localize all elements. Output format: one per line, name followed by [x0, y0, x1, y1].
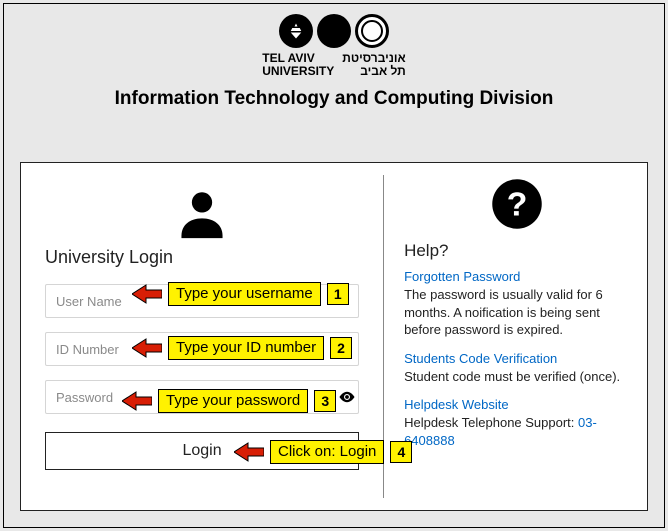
help-pane: ? Help? Forgotten Password The password …	[384, 163, 647, 510]
logo-emblem-icon	[279, 14, 313, 48]
annotation-2-text: Type your ID number	[168, 336, 324, 360]
arrow-icon	[132, 337, 162, 359]
logo-dot-icon	[317, 14, 351, 48]
university-name: TEL AVIV UNIVERSITY אוניברסיטת תל אביב	[4, 52, 664, 78]
annotation-4: Click on: Login 4	[234, 440, 412, 464]
annotation-3-text: Type your password	[158, 389, 308, 413]
help-title: Help?	[404, 241, 629, 261]
students-code-link[interactable]: Students Code Verification	[404, 351, 557, 366]
header: TEL AVIV UNIVERSITY אוניברסיטת תל אביב I…	[4, 4, 664, 118]
helpdesk-website-link[interactable]: Helpdesk Website	[404, 397, 509, 412]
uni-he-2: תל אביב	[360, 65, 406, 78]
annotation-4-num: 4	[390, 441, 412, 463]
annotation-3-num: 3	[314, 390, 336, 412]
show-password-icon[interactable]	[333, 380, 361, 414]
help-icon: ?	[490, 177, 544, 231]
annotation-2-num: 2	[330, 337, 352, 359]
arrow-icon	[234, 441, 264, 463]
annotation-1-num: 1	[327, 283, 349, 305]
annotation-1-text: Type your username	[168, 282, 321, 306]
login-title: University Login	[45, 247, 359, 268]
annotation-2: Type your ID number 2	[132, 336, 352, 360]
window-frame: TEL AVIV UNIVERSITY אוניברסיטת תל אביב I…	[3, 3, 665, 528]
uni-en-2: UNIVERSITY	[262, 65, 334, 78]
annotation-4-text: Click on: Login	[270, 440, 384, 464]
helpdesk-phone-label: Helpdesk Telephone Support:	[404, 415, 578, 430]
arrow-icon	[122, 390, 152, 412]
user-icon	[173, 185, 231, 243]
helpdesk-phone-line: Helpdesk Telephone Support: 03-6408888	[404, 414, 629, 449]
logo-ring-icon	[355, 14, 389, 48]
forgotten-password-text: The password is usually valid for 6 mont…	[404, 286, 629, 339]
svg-text:?: ?	[506, 185, 527, 223]
university-logo	[4, 14, 664, 48]
annotation-1: Type your username 1	[132, 282, 349, 306]
division-title: Information Technology and Computing Div…	[4, 88, 664, 110]
students-code-text: Student code must be verified (once).	[404, 368, 629, 386]
forgotten-password-link[interactable]: Forgotten Password	[404, 269, 520, 284]
annotation-3: Type your password 3	[122, 389, 336, 413]
arrow-icon	[132, 283, 162, 305]
